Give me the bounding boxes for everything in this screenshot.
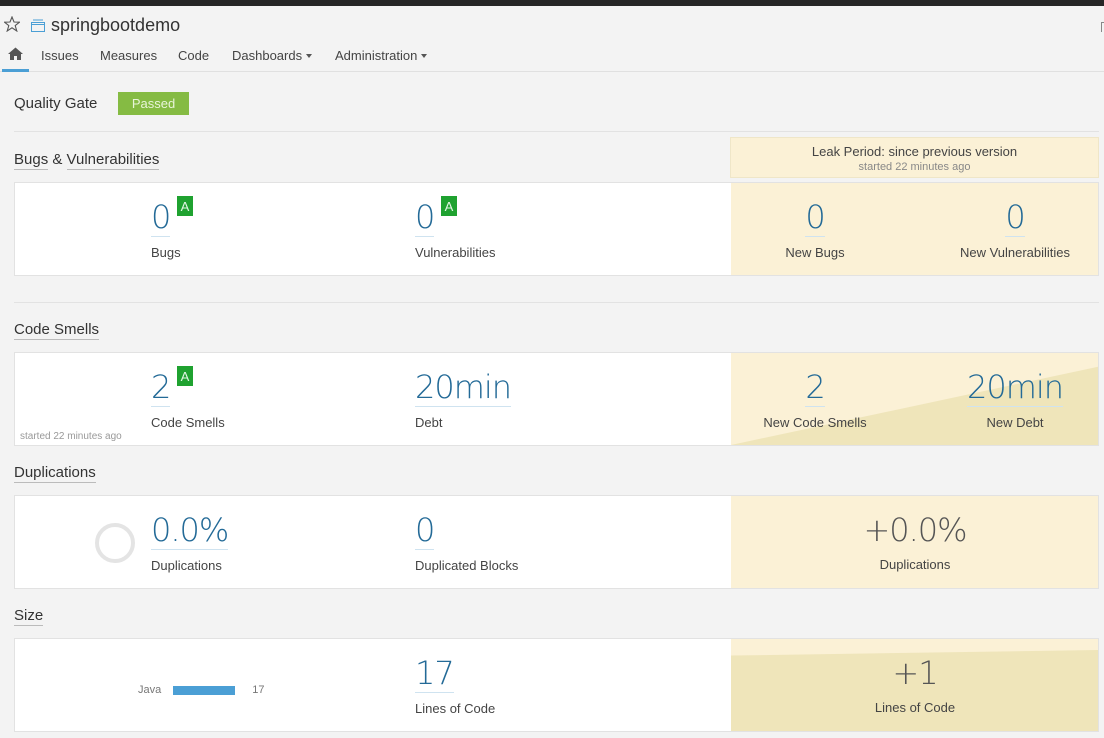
vulnerabilities-label: Vulnerabilities <box>415 245 496 260</box>
project-icon <box>31 19 45 32</box>
debt-label: Debt <box>415 415 443 430</box>
caret-down-icon <box>306 54 313 58</box>
leak-period-title: Leak Period: since previous version <box>811 144 1018 159</box>
nav-code-label: Code <box>178 48 210 63</box>
lines-of-code-value[interactable]: 17 <box>415 655 455 693</box>
quality-gate-status-badge: Passed <box>118 92 189 115</box>
size-card: Java 17 17 Lines of Code +1 Lines of Cod… <box>14 638 1099 732</box>
top-bar <box>0 0 1104 6</box>
size-link[interactable]: Size <box>14 607 44 626</box>
metric-lines-of-code: 17 Lines of Code <box>415 655 495 716</box>
language-value: 17 <box>252 684 265 696</box>
new-lines-value: +1 <box>892 654 938 692</box>
metric-new-debt: 20min New Debt <box>955 369 1075 430</box>
divider <box>14 302 1099 303</box>
nav-code[interactable]: Code <box>178 48 209 63</box>
caret-down-icon <box>421 54 428 58</box>
nav-measures-label: Measures <box>100 48 158 63</box>
new-duplications-value: +0.0% <box>863 511 967 549</box>
language-distribution-row: Java 17 <box>138 684 265 696</box>
home-icon <box>8 47 23 60</box>
duplications-label: Duplications <box>151 558 222 573</box>
project-name[interactable]: springbootdemo <box>51 15 180 36</box>
new-code-smells-label: New Code Smells <box>763 415 867 430</box>
leak-period-header: Leak Period: since previous version star… <box>730 137 1099 178</box>
section-title-bugs-vulnerabilities: Bugs & Vulnerabilities <box>14 151 160 170</box>
new-duplications-label: Duplications <box>879 557 951 572</box>
new-vulnerabilities-value[interactable]: 0 <box>1005 199 1026 237</box>
vulnerabilities-rating-badge[interactable]: A <box>441 196 457 216</box>
bugs-vulnerabilities-card: 0 Bugs A 0 Vulnerabilities A 0 New Bugs … <box>14 182 1099 276</box>
quality-gate-label: Quality Gate <box>14 95 98 112</box>
metric-new-code-smells: 2 New Code Smells <box>745 369 885 430</box>
bugs-rating-badge[interactable]: A <box>177 196 193 216</box>
lines-of-code-label: Lines of Code <box>415 701 496 716</box>
nav-issues-label: Issues <box>41 48 79 63</box>
section-title-code-smells: Code Smells <box>14 321 100 340</box>
vulnerabilities-value[interactable]: 0 <box>415 199 435 237</box>
metric-debt: 20min Debt <box>415 369 512 430</box>
metric-duplicated-blocks: 0 Duplicated Blocks <box>415 512 518 573</box>
debt-value[interactable]: 20min <box>415 369 512 407</box>
code-smells-label: Code Smells <box>151 415 225 430</box>
new-bugs-label: New Bugs <box>785 245 845 260</box>
section-title-duplications: Duplications <box>14 464 96 483</box>
metric-new-lines: +1 Lines of Code <box>845 655 985 715</box>
bugs-link[interactable]: Bugs <box>14 151 49 170</box>
metric-new-duplications: +0.0% Duplications <box>845 512 985 572</box>
metric-duplications: 0.0% Duplications <box>151 512 229 573</box>
metric-new-vulnerabilities: 0 New Vulnerabilities <box>945 199 1085 260</box>
duplications-card: 0.0% Duplications 0 Duplicated Blocks +0… <box>14 495 1099 589</box>
new-vulnerabilities-label: New Vulnerabilities <box>959 245 1071 260</box>
bugs-value[interactable]: 0 <box>151 199 171 237</box>
duplicated-blocks-value[interactable]: 0 <box>415 512 435 550</box>
star-outline-icon[interactable] <box>4 16 20 32</box>
language-name: Java <box>138 684 162 696</box>
new-code-smells-value[interactable]: 2 <box>805 369 826 407</box>
code-smells-card: started 22 minutes ago 2 Code Smells A 2… <box>14 352 1099 446</box>
ampersand: & <box>48 151 67 168</box>
nav-administration[interactable]: Administration <box>335 48 428 63</box>
duplications-value[interactable]: 0.0% <box>151 512 229 550</box>
duplications-donut-chart <box>95 523 135 563</box>
new-lines-label: Lines of Code <box>874 700 956 715</box>
nav-measures[interactable]: Measures <box>100 48 157 63</box>
nav-dashboards[interactable]: Dashboards <box>232 48 313 63</box>
code-smells-value[interactable]: 2 <box>151 369 171 407</box>
divider <box>14 131 1099 132</box>
leak-period-started: started 22 minutes ago <box>858 161 971 173</box>
language-bar <box>173 685 236 695</box>
code-smells-link[interactable]: Code Smells <box>14 321 100 340</box>
new-debt-label: New Debt <box>986 415 1044 430</box>
duplicated-blocks-label: Duplicated Blocks <box>415 558 519 573</box>
nav-home[interactable] <box>2 44 29 72</box>
nav-dashboards-label: Dashboards <box>232 48 303 63</box>
metric-new-bugs: 0 New Bugs <box>755 199 875 260</box>
nav-administration-label: Administration <box>335 48 418 63</box>
section-title-size: Size <box>14 607 44 626</box>
new-debt-value[interactable]: 20min <box>966 369 1064 407</box>
code-smells-started: started 22 minutes ago <box>20 431 122 442</box>
nav-issues[interactable]: Issues <box>41 48 79 63</box>
code-smells-rating-badge[interactable]: A <box>177 366 193 386</box>
vulnerabilities-link[interactable]: Vulnerabilities <box>66 151 160 170</box>
project-navigation: Issues Measures Code Dashboards Administ… <box>0 44 1104 72</box>
new-bugs-value[interactable]: 0 <box>805 199 826 237</box>
bugs-label: Bugs <box>151 245 181 260</box>
duplications-link[interactable]: Duplications <box>14 464 96 483</box>
